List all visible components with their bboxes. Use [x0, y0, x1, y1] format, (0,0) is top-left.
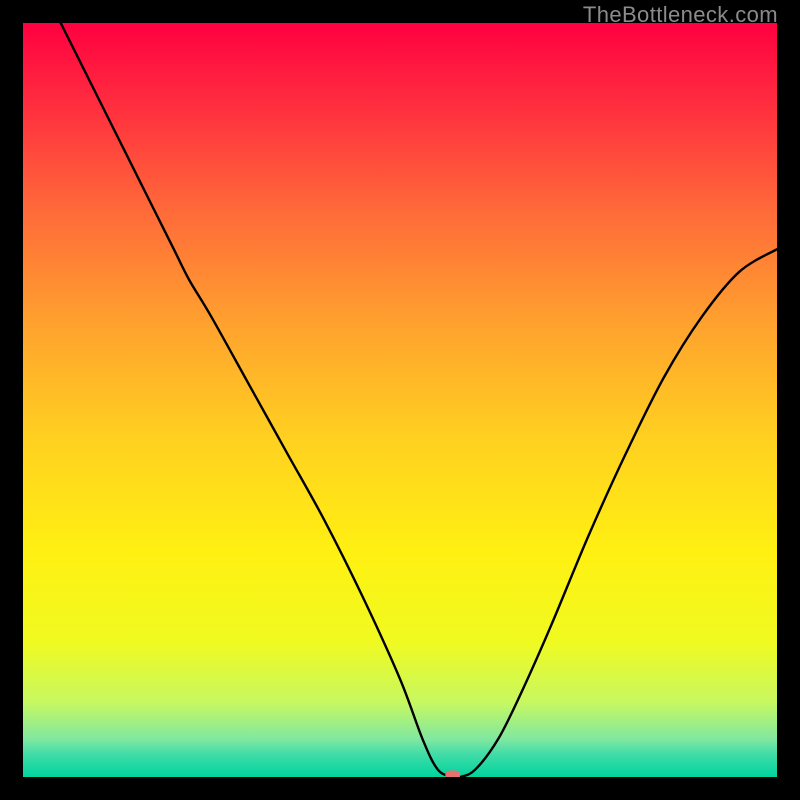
- optimal-point-marker: [445, 771, 460, 778]
- gradient-background: [23, 23, 777, 777]
- plot-area: [23, 23, 777, 777]
- chart-svg: [23, 23, 777, 777]
- chart-container: TheBottleneck.com: [0, 0, 800, 800]
- watermark-text: TheBottleneck.com: [583, 2, 778, 28]
